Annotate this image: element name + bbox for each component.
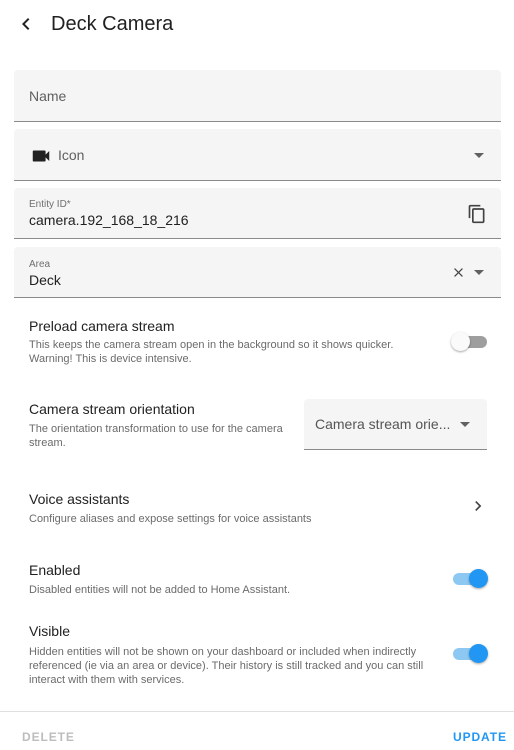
visible-title: Visible (29, 623, 70, 639)
enabled-switch[interactable] (453, 568, 488, 588)
video-camera-icon (32, 150, 50, 162)
update-button[interactable]: UPDATE (453, 730, 507, 744)
name-placeholder: Name (29, 88, 67, 104)
name-input[interactable]: Name (14, 70, 501, 122)
close-icon[interactable] (451, 265, 466, 280)
preload-switch[interactable] (451, 331, 487, 351)
entity-id-value[interactable]: camera.192_168_18_216 (29, 212, 189, 228)
visible-switch[interactable] (453, 643, 488, 663)
orientation-description: The orientation transformation to use fo… (29, 423, 283, 449)
delete-button[interactable]: DELETE (22, 730, 75, 744)
page-title: Deck Camera (51, 13, 174, 35)
voice-title: Voice assistants (29, 491, 130, 507)
back-button[interactable] (14, 12, 38, 36)
icon-placeholder: Icon (58, 147, 85, 163)
switch-thumb (469, 644, 488, 663)
preload-title: Preload camera stream (29, 318, 175, 334)
orientation-select-value: Camera stream orie... (315, 416, 451, 432)
preload-description: This keeps the camera stream open in the… (29, 339, 394, 365)
orientation-select[interactable]: Camera stream orie... (304, 399, 487, 450)
area-value: Deck (29, 272, 61, 288)
orientation-title: Camera stream orientation (29, 401, 195, 417)
voice-assistants-row[interactable]: Voice assistants Configure aliases and e… (14, 480, 501, 532)
chevron-left-icon (22, 18, 30, 30)
dialog-footer: DELETE UPDATE (0, 711, 514, 750)
switch-thumb (451, 332, 470, 351)
entity-id-field[interactable]: Entity ID* camera.192_168_18_216 (14, 188, 501, 239)
chevron-right-icon (475, 501, 482, 511)
dialog-header: Deck Camera (0, 0, 514, 48)
icon-picker[interactable]: Icon (14, 129, 501, 181)
switch-thumb (469, 569, 488, 588)
area-picker[interactable]: Area Deck (14, 247, 501, 298)
chevron-down-icon[interactable] (460, 422, 470, 427)
chevron-down-icon[interactable] (474, 270, 484, 275)
entity-id-label: Entity ID* (29, 199, 71, 210)
visible-description: Hidden entities will not be shown on you… (29, 646, 424, 686)
voice-description: Configure aliases and expose settings fo… (29, 513, 312, 525)
enabled-title: Enabled (29, 562, 81, 578)
copy-icon[interactable] (467, 204, 487, 224)
enabled-description: Disabled entities will not be added to H… (29, 584, 291, 596)
area-label: Area (29, 259, 51, 270)
chevron-down-icon[interactable] (474, 153, 484, 158)
